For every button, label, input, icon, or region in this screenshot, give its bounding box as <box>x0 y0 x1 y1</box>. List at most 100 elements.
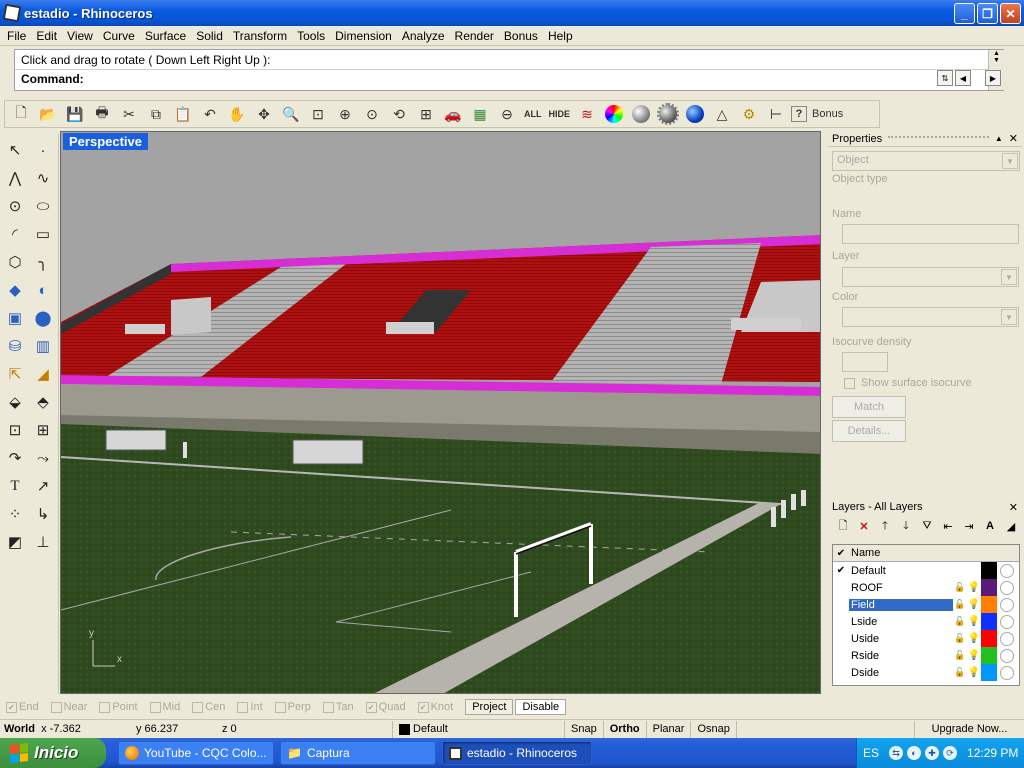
chevron-down-icon[interactable]: ▼ <box>1001 309 1017 325</box>
new-file-icon[interactable]: 🗋 <box>9 102 33 126</box>
undo-view-icon[interactable]: ⟲ <box>387 102 411 126</box>
start-button[interactable]: Inicio <box>0 738 106 768</box>
menu-solid[interactable]: Solid <box>191 29 228 43</box>
menu-help[interactable]: Help <box>543 29 578 43</box>
rhino-app-icon[interactable] <box>2 3 22 23</box>
name-column-header[interactable]: Name <box>849 547 953 559</box>
new-layer-icon[interactable]: 🗋 <box>834 517 852 535</box>
rectangle-icon[interactable]: ▭ <box>29 220 57 248</box>
move-icon[interactable]: ⇱ <box>1 360 29 388</box>
group-icon[interactable]: ⊡ <box>1 416 29 444</box>
point-icon[interactable]: · <box>29 136 57 164</box>
menu-bonus[interactable]: Bonus <box>499 29 543 43</box>
command-area[interactable]: Click and drag to rotate ( Down Left Rig… <box>14 49 1004 91</box>
checkbox[interactable]: ✔ <box>417 701 429 713</box>
name-field[interactable] <box>842 224 1019 244</box>
rotate-view-icon[interactable]: ✥ <box>252 102 276 126</box>
split-icon[interactable]: ⬙ <box>1 388 29 416</box>
planar-toggle[interactable]: Planar <box>645 720 691 738</box>
layer-row-default[interactable]: ✔ Default <box>833 562 1019 579</box>
options-gear-icon[interactable]: ⚙ <box>737 102 761 126</box>
minimize-button[interactable]: _ <box>954 3 975 24</box>
boolean-icon[interactable]: ⬤ <box>29 304 57 332</box>
task-youtube[interactable]: YouTube - CQC Colo... <box>118 741 274 765</box>
bulb-on-icon[interactable]: 💡 <box>967 650 981 661</box>
dimension-tool-icon[interactable]: ↗ <box>29 472 57 500</box>
bulb-on-icon[interactable]: 💡 <box>967 616 981 627</box>
material-icon[interactable] <box>1000 597 1014 612</box>
move-up-icon[interactable]: 🡑 <box>876 517 894 535</box>
arc-icon[interactable]: ◜ <box>1 220 29 248</box>
menu-dimension[interactable]: Dimension <box>330 29 397 43</box>
menu-curve[interactable]: Curve <box>98 29 140 43</box>
hide-button[interactable]: HIDE <box>547 102 573 126</box>
layer-row-roof[interactable]: ROOF 🔓 💡 <box>833 579 1019 596</box>
circle-icon[interactable]: ⊙ <box>1 192 29 220</box>
menu-view[interactable]: View <box>62 29 98 43</box>
material-icon[interactable] <box>1000 648 1014 663</box>
unlock-icon[interactable]: 🔓 <box>953 650 967 661</box>
checkbox[interactable] <box>99 701 111 713</box>
checkbox[interactable] <box>192 701 204 713</box>
export-layer-icon[interactable]: ⇥ <box>960 517 978 535</box>
move-down-icon[interactable]: 🡓 <box>897 517 915 535</box>
layer-name[interactable]: Rside <box>849 650 953 662</box>
viewport-title[interactable]: Perspective <box>63 133 148 150</box>
layer-row-uside[interactable]: Uside 🔓 💡 <box>833 630 1019 647</box>
osnap-toggle[interactable]: Osnap <box>690 720 735 738</box>
layer-color-swatch[interactable] <box>981 613 997 630</box>
cplane-icon[interactable]: ◩ <box>1 528 29 556</box>
scroll-left-icon[interactable]: ◀ <box>955 70 971 86</box>
mesh-icon[interactable]: ▥ <box>29 332 57 360</box>
bulb-on-icon[interactable]: 💡 <box>967 633 981 644</box>
menu-analyze[interactable]: Analyze <box>397 29 450 43</box>
osnap-point[interactable]: Point <box>99 701 138 713</box>
chevron-down-icon[interactable]: ▼ <box>1002 153 1018 169</box>
checkbox[interactable] <box>322 701 334 713</box>
filter-icon[interactable]: ⛛ <box>918 517 936 535</box>
control-points-icon[interactable]: ⤳ <box>29 444 57 472</box>
help-icon[interactable]: ? <box>791 106 808 122</box>
layer-color-swatch[interactable] <box>981 630 997 647</box>
zoom-window-icon[interactable]: ⊡ <box>306 102 330 126</box>
unlock-icon[interactable]: 🔓 <box>953 616 967 627</box>
layer-combo[interactable]: ▼ <box>842 267 1019 287</box>
select-arrow-icon[interactable]: ↖ <box>1 136 29 164</box>
show-isocurve-checkbox[interactable] <box>844 378 855 389</box>
command-prompt[interactable]: Command: <box>21 72 84 86</box>
unlock-icon[interactable]: 🔓 <box>953 599 967 610</box>
unlock-icon[interactable]: 🔓 <box>953 582 967 593</box>
collapse-icon[interactable]: ▲ <box>995 134 1003 143</box>
paste-icon[interactable]: 📋 <box>171 102 195 126</box>
select-all-button[interactable]: ALL <box>522 102 544 126</box>
ortho-toggle[interactable]: Ortho <box>602 720 646 738</box>
layer-name[interactable]: Uside <box>849 633 953 645</box>
polyline-icon[interactable]: ⋀ <box>1 164 29 192</box>
surface-patch-icon[interactable]: ◐ <box>29 276 57 304</box>
font-icon[interactable]: A <box>981 517 999 535</box>
layer-row-rside[interactable]: Rside 🔓 💡 <box>833 647 1019 664</box>
color-combo[interactable]: ▼ <box>842 307 1019 327</box>
match-button[interactable]: Match <box>832 396 906 418</box>
panel-grip[interactable] <box>888 135 989 142</box>
close-panel-icon[interactable]: ✕ <box>1009 132 1018 145</box>
osnap-int[interactable]: Int <box>237 701 263 713</box>
close-panel-icon[interactable]: ✕ <box>1009 501 1018 514</box>
cylinder-icon[interactable]: ⛁ <box>1 332 29 360</box>
antivirus-icon[interactable]: ✚ <box>925 746 940 760</box>
material-icon[interactable] <box>1000 563 1014 578</box>
current-layer-panel[interactable]: Default <box>392 720 564 738</box>
task-captura[interactable]: 📁 Captura <box>280 741 436 765</box>
render-icon[interactable] <box>683 102 707 126</box>
layers-icon[interactable]: ≋ <box>575 102 599 126</box>
material-icon[interactable] <box>1000 631 1014 646</box>
updown-spin-icon[interactable]: ⇅ <box>937 70 953 86</box>
save-icon[interactable]: 💾 <box>63 102 87 126</box>
zoom-dynamic-icon[interactable]: 🔍 <box>279 102 303 126</box>
array-icon[interactable]: ⁘ <box>1 500 29 528</box>
grid-options-icon[interactable]: ▦ <box>468 102 492 126</box>
rendered-viewport-icon[interactable] <box>656 102 680 126</box>
osnap-mid[interactable]: Mid <box>149 701 180 713</box>
bonus-toolbar-button[interactable]: Bonus <box>810 102 845 126</box>
undo-icon[interactable]: ↶ <box>198 102 222 126</box>
